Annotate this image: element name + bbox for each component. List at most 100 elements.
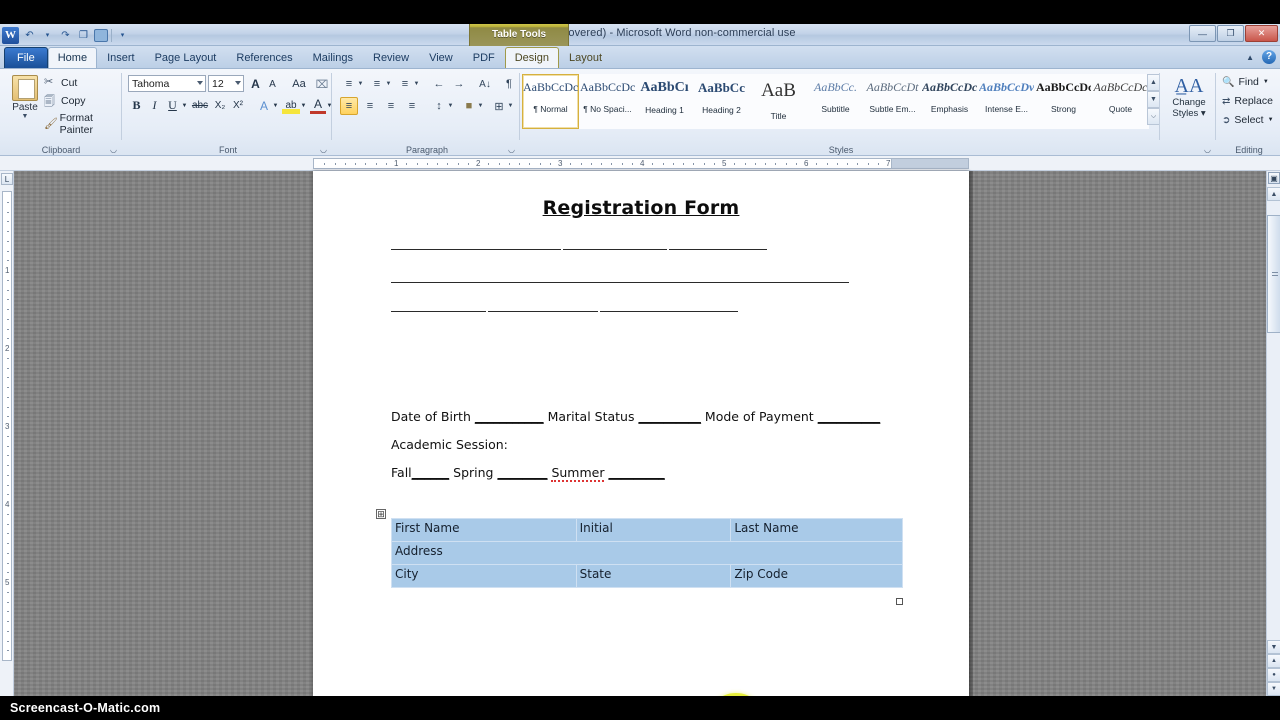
highlight-button[interactable]: ab — [282, 97, 300, 114]
tab-home[interactable]: Home — [47, 47, 98, 68]
date-of-birth-line[interactable]: Date of Birth ___________ Marital Status… — [391, 409, 880, 424]
style-subtitle[interactable]: AaBbCc. Subtitle — [807, 74, 864, 129]
ruler-track[interactable]: 1 2 3 4 5 6 7 — [313, 158, 969, 169]
italic-button[interactable]: I — [146, 97, 163, 114]
align-left-button[interactable]: ≡ — [340, 97, 358, 115]
paragraph-dialog-launcher[interactable]: ◡ — [508, 145, 517, 154]
table-row[interactable]: Address — [391, 541, 903, 565]
increase-indent-button[interactable]: → — [450, 75, 468, 93]
style-quote[interactable]: AaBbCcDc Quote — [1092, 74, 1149, 129]
numbering-dropdown-icon[interactable]: ▼ — [384, 79, 393, 88]
grow-font-button[interactable]: A — [247, 75, 264, 92]
table-cell[interactable]: Address — [391, 541, 903, 565]
tab-view[interactable]: View — [419, 47, 463, 68]
tab-pdf[interactable]: PDF — [463, 47, 505, 68]
tab-page-layout[interactable]: Page Layout — [145, 47, 227, 68]
find-button[interactable]: 🔍 Find ▼ — [1222, 76, 1269, 88]
table-cell[interactable]: First Name — [391, 518, 577, 542]
show-formatting-marks-button[interactable]: ¶ — [500, 75, 518, 93]
tab-references[interactable]: References — [226, 47, 302, 68]
table-cell[interactable]: Last Name — [730, 518, 903, 542]
tab-layout[interactable]: Layout — [559, 47, 612, 68]
chevron-down-icon[interactable]: ▼ — [1268, 117, 1274, 123]
table-resize-handle[interactable] — [896, 598, 903, 605]
paste-dropdown-icon[interactable]: ▼ — [6, 113, 44, 120]
table-row[interactable]: First Name Initial Last Name — [391, 518, 903, 542]
table-cell[interactable]: Zip Code — [730, 564, 903, 588]
tab-mailings[interactable]: Mailings — [303, 47, 363, 68]
academic-session-line[interactable]: Academic Session: — [391, 437, 508, 452]
superscript-button[interactable]: X² — [229, 97, 247, 114]
tab-stop-selector[interactable]: L — [1, 173, 13, 185]
line-spacing-dropdown-icon[interactable]: ▼ — [446, 101, 455, 110]
borders-dropdown-icon[interactable]: ▼ — [506, 101, 515, 110]
scroll-down-button[interactable]: ▼ — [1267, 640, 1280, 654]
align-center-button[interactable]: ≡ — [361, 97, 379, 115]
document-page[interactable]: Registration Form Date of Birth ________… — [313, 171, 969, 720]
decrease-indent-button[interactable]: ← — [430, 75, 448, 93]
shading-dropdown-icon[interactable]: ▼ — [476, 101, 485, 110]
collapse-ribbon-icon[interactable]: ▲ — [1246, 53, 1254, 62]
vertical-scrollbar[interactable]: ▲ ▣ ▼ ▲ ● ▼ — [1266, 171, 1280, 696]
previous-object-button[interactable]: ▲ — [1267, 654, 1280, 668]
browse-object-controls[interactable]: ▼ ▲ ● ▼ — [1267, 640, 1280, 696]
multilevel-dropdown-icon[interactable]: ▼ — [412, 79, 421, 88]
tab-file[interactable]: File — [4, 47, 48, 68]
bold-button[interactable]: B — [128, 97, 145, 114]
underline-button[interactable]: U — [164, 97, 181, 114]
font-name-combo[interactable]: Tahoma — [128, 75, 206, 92]
page-body[interactable]: Registration Form Date of Birth ________… — [313, 171, 969, 720]
highlight-dropdown-icon[interactable]: ▼ — [299, 101, 308, 110]
style-emphasis[interactable]: AaBbCcDc Emphasis — [921, 74, 978, 129]
subscript-button[interactable]: X₂ — [211, 97, 229, 114]
vertical-ruler-track[interactable]: 1 2 3 4 5 — [2, 191, 12, 661]
next-object-button[interactable]: ▼ — [1267, 682, 1280, 696]
chevron-down-icon[interactable] — [197, 81, 203, 85]
font-color-button[interactable]: A — [310, 97, 326, 114]
table-row[interactable]: City State Zip Code — [391, 564, 903, 588]
minimize-button[interactable]: — — [1189, 25, 1216, 42]
clear-formatting-icon[interactable]: ⌧ — [314, 76, 330, 92]
style-normal[interactable]: AaBbCcDc ¶ Normal — [522, 74, 579, 129]
table-move-handle[interactable]: ⊞ — [376, 509, 386, 519]
format-painter-button[interactable]: Format Painter — [44, 112, 122, 136]
style-no-spacing[interactable]: AaBbCcDc ¶ No Spaci... — [579, 74, 636, 129]
session-options-line[interactable]: Fall______ Spring ________ Summer ______… — [391, 465, 665, 482]
tab-review[interactable]: Review — [363, 47, 419, 68]
style-subtle-emphasis[interactable]: AaBbCcDt Subtle Em... — [864, 74, 921, 129]
text-effects-dropdown-icon[interactable]: ▼ — [271, 101, 280, 110]
sort-button[interactable]: A↓ — [476, 75, 494, 93]
tab-insert[interactable]: Insert — [97, 47, 145, 68]
change-styles-button[interactable]: A̲A Change Styles ▾ — [1166, 75, 1212, 119]
table-cell[interactable]: State — [575, 564, 732, 588]
text-effects-button[interactable]: A — [256, 97, 272, 114]
table-cell[interactable]: Initial — [575, 518, 732, 542]
tab-design[interactable]: Design — [504, 47, 559, 68]
chevron-down-icon[interactable]: ▼ — [1263, 79, 1269, 85]
paste-button[interactable]: Paste ▼ — [6, 75, 44, 120]
styles-dialog-launcher[interactable]: ◡ — [1204, 145, 1213, 154]
table-cell[interactable]: City — [391, 564, 577, 588]
help-icon[interactable]: ? — [1262, 50, 1276, 64]
font-size-combo[interactable]: 12 — [208, 75, 244, 92]
horizontal-ruler[interactable]: 1 2 3 4 5 6 7 — [0, 156, 1280, 171]
style-heading-2[interactable]: AaBbCc Heading 2 — [693, 74, 750, 129]
registration-table[interactable]: First Name Initial Last Name Address City Sta… — [391, 518, 903, 588]
shrink-font-button[interactable]: A — [265, 77, 280, 92]
replace-button[interactable]: ⇄ Replace — [1222, 95, 1273, 107]
underline-dropdown-icon[interactable]: ▼ — [180, 101, 189, 110]
font-color-dropdown-icon[interactable]: ▼ — [325, 101, 334, 110]
style-intense-emphasis[interactable]: AaBbCcDv Intense E... — [978, 74, 1035, 129]
style-strong[interactable]: AaBbCcDc Strong — [1035, 74, 1092, 129]
style-heading-1[interactable]: AaBbCı Heading 1 — [636, 74, 693, 129]
scrollbar-thumb[interactable] — [1267, 215, 1280, 333]
select-browse-object-top-icon[interactable]: ▣ — [1267, 171, 1280, 186]
font-dialog-launcher[interactable]: ◡ — [320, 145, 329, 154]
select-browse-object-button[interactable]: ● — [1267, 668, 1280, 682]
vertical-ruler[interactable]: L 1 2 3 4 5 — [0, 171, 14, 717]
copy-button[interactable]: Copy — [44, 93, 86, 112]
clipboard-dialog-launcher[interactable]: ◡ — [110, 145, 119, 154]
restore-button[interactable]: ❐ — [1217, 25, 1244, 42]
justify-button[interactable]: ≡ — [403, 97, 421, 115]
bullets-dropdown-icon[interactable]: ▼ — [356, 79, 365, 88]
